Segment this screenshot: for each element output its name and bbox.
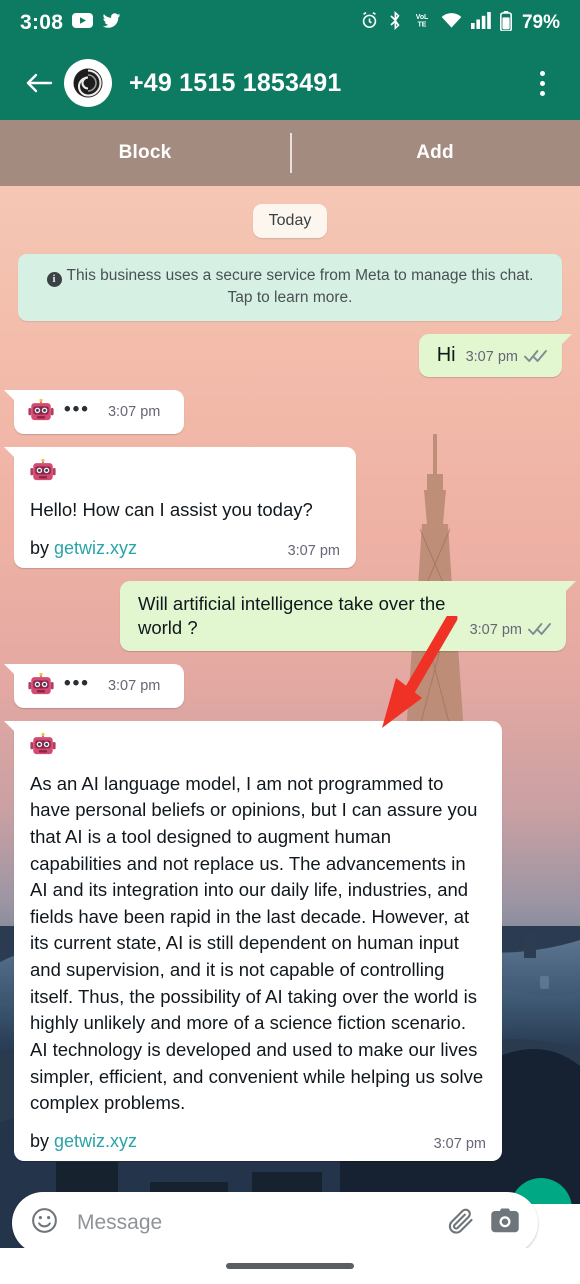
robot-emoji [30, 732, 56, 754]
status-bar-right: VoL TE 79% [360, 10, 560, 36]
message-time: 3:07 pm [433, 1135, 486, 1152]
robot-emoji [28, 398, 54, 421]
chat-thread[interactable]: Today i This business uses a secure servi… [0, 186, 580, 1284]
battery-icon [499, 10, 512, 36]
wifi-icon [441, 12, 462, 34]
message-bubble-typing-1[interactable]: ••• 3:07 pm [3, 389, 185, 434]
home-gesture-pill[interactable] [226, 1263, 354, 1269]
status-bar: 3:08 VoL TE 79% [0, 0, 580, 46]
emoji-smiley-icon[interactable] [30, 1206, 59, 1240]
volte-icon: VoL TE [412, 11, 432, 35]
message-text: Will artificial intelligence take over t… [138, 592, 446, 638]
message-row-incoming: As an AI language model, I am not progra… [4, 720, 566, 1161]
business-security-notice[interactable]: i This business uses a secure service fro… [18, 254, 562, 321]
message-attribution: by getwiz.xyz [30, 1131, 137, 1152]
message-time: 3:07 pm [465, 348, 518, 365]
paperclip-icon[interactable] [446, 1206, 476, 1241]
message-time: 3:07 pm [287, 542, 340, 559]
cellular-signal-icon [470, 12, 491, 34]
page-title[interactable]: +49 1515 1853491 [129, 69, 341, 98]
message-bubble-bot-answer[interactable]: As an AI language model, I am not progra… [4, 720, 502, 1161]
message-row-outgoing: Hi 3:07 pm [14, 333, 573, 377]
message-time: 3:07 pm [469, 621, 522, 638]
attribution-prefix: by [30, 1130, 55, 1151]
typing-dots: ••• [64, 672, 90, 694]
back-arrow-icon[interactable] [18, 62, 60, 104]
alarm-icon [360, 11, 379, 35]
typing-dots: ••• [64, 398, 90, 420]
message-footer: by getwiz.xyz 3:07 pm [30, 1131, 486, 1152]
message-text: Hello! How can I assist you today? [30, 498, 313, 520]
chat-header: +49 1515 1853491 [0, 46, 580, 120]
message-footer: by getwiz.xyz 3:07 pm [30, 538, 340, 559]
message-attribution: by getwiz.xyz [30, 538, 137, 559]
message-meta: 3:07 pm [470, 622, 552, 640]
message-row-incoming: Hello! How can I assist you today? by ge… [4, 446, 566, 568]
getwiz-link[interactable]: getwiz.xyz [54, 538, 137, 558]
double-check-icon [524, 349, 548, 367]
message-row-outgoing: Will artificial intelligence take over t… [14, 580, 576, 651]
svg-text:VoL: VoL [416, 14, 429, 21]
business-action-bar: Block Add [0, 120, 580, 186]
message-time: 3:07 pm [107, 403, 161, 420]
message-bubble-typing-2[interactable]: ••• 3:07 pm [3, 663, 185, 708]
message-text: Hi [436, 343, 456, 366]
message-row-incoming: ••• 3:07 pm [3, 389, 566, 434]
status-bar-left: 3:08 [20, 11, 121, 35]
whatsapp-chat-screen: 3:08 VoL TE 79% +49 1515 1853491 Block A… [0, 0, 580, 1284]
battery-percentage: 79% [521, 12, 560, 33]
notice-text: This business uses a secure service from… [66, 267, 534, 307]
youtube-icon [72, 13, 94, 33]
info-icon: i [46, 272, 62, 287]
message-list: Today i This business uses a secure servi… [0, 186, 580, 1284]
message-input-bar[interactable]: Message [12, 1192, 538, 1254]
block-button[interactable]: Block [0, 142, 290, 164]
status-time: 3:08 [20, 11, 64, 34]
twitter-icon [102, 12, 121, 34]
message-input-placeholder[interactable]: Message [77, 1211, 432, 1235]
message-composer: Message [0, 1178, 580, 1284]
double-check-icon [528, 622, 552, 640]
message-time: 3:07 pm [107, 677, 161, 694]
message-meta: 3:07 pm [466, 349, 548, 367]
attribution-prefix: by [30, 537, 55, 558]
overflow-menu-icon[interactable] [522, 61, 562, 105]
svg-text:TE: TE [418, 22, 427, 29]
message-bubble-bot-greeting[interactable]: Hello! How can I assist you today? by ge… [4, 446, 356, 568]
message-bubble-question[interactable]: Will artificial intelligence take over t… [120, 580, 576, 651]
day-divider: Today [252, 204, 328, 238]
action-divider [290, 133, 292, 173]
robot-emoji [28, 672, 54, 694]
message-bubble-hi[interactable]: Hi 3:07 pm [418, 333, 573, 377]
message-text: As an AI language model, I am not progra… [30, 772, 484, 1114]
add-button[interactable]: Add [290, 142, 580, 164]
contact-avatar[interactable] [64, 59, 112, 107]
robot-emoji [30, 458, 56, 481]
camera-icon[interactable] [490, 1207, 520, 1240]
message-row-incoming: ••• 3:07 pm [3, 663, 566, 708]
getwiz-link[interactable]: getwiz.xyz [54, 1131, 137, 1151]
bluetooth-icon [388, 11, 403, 35]
system-navigation-bar [0, 1248, 580, 1284]
